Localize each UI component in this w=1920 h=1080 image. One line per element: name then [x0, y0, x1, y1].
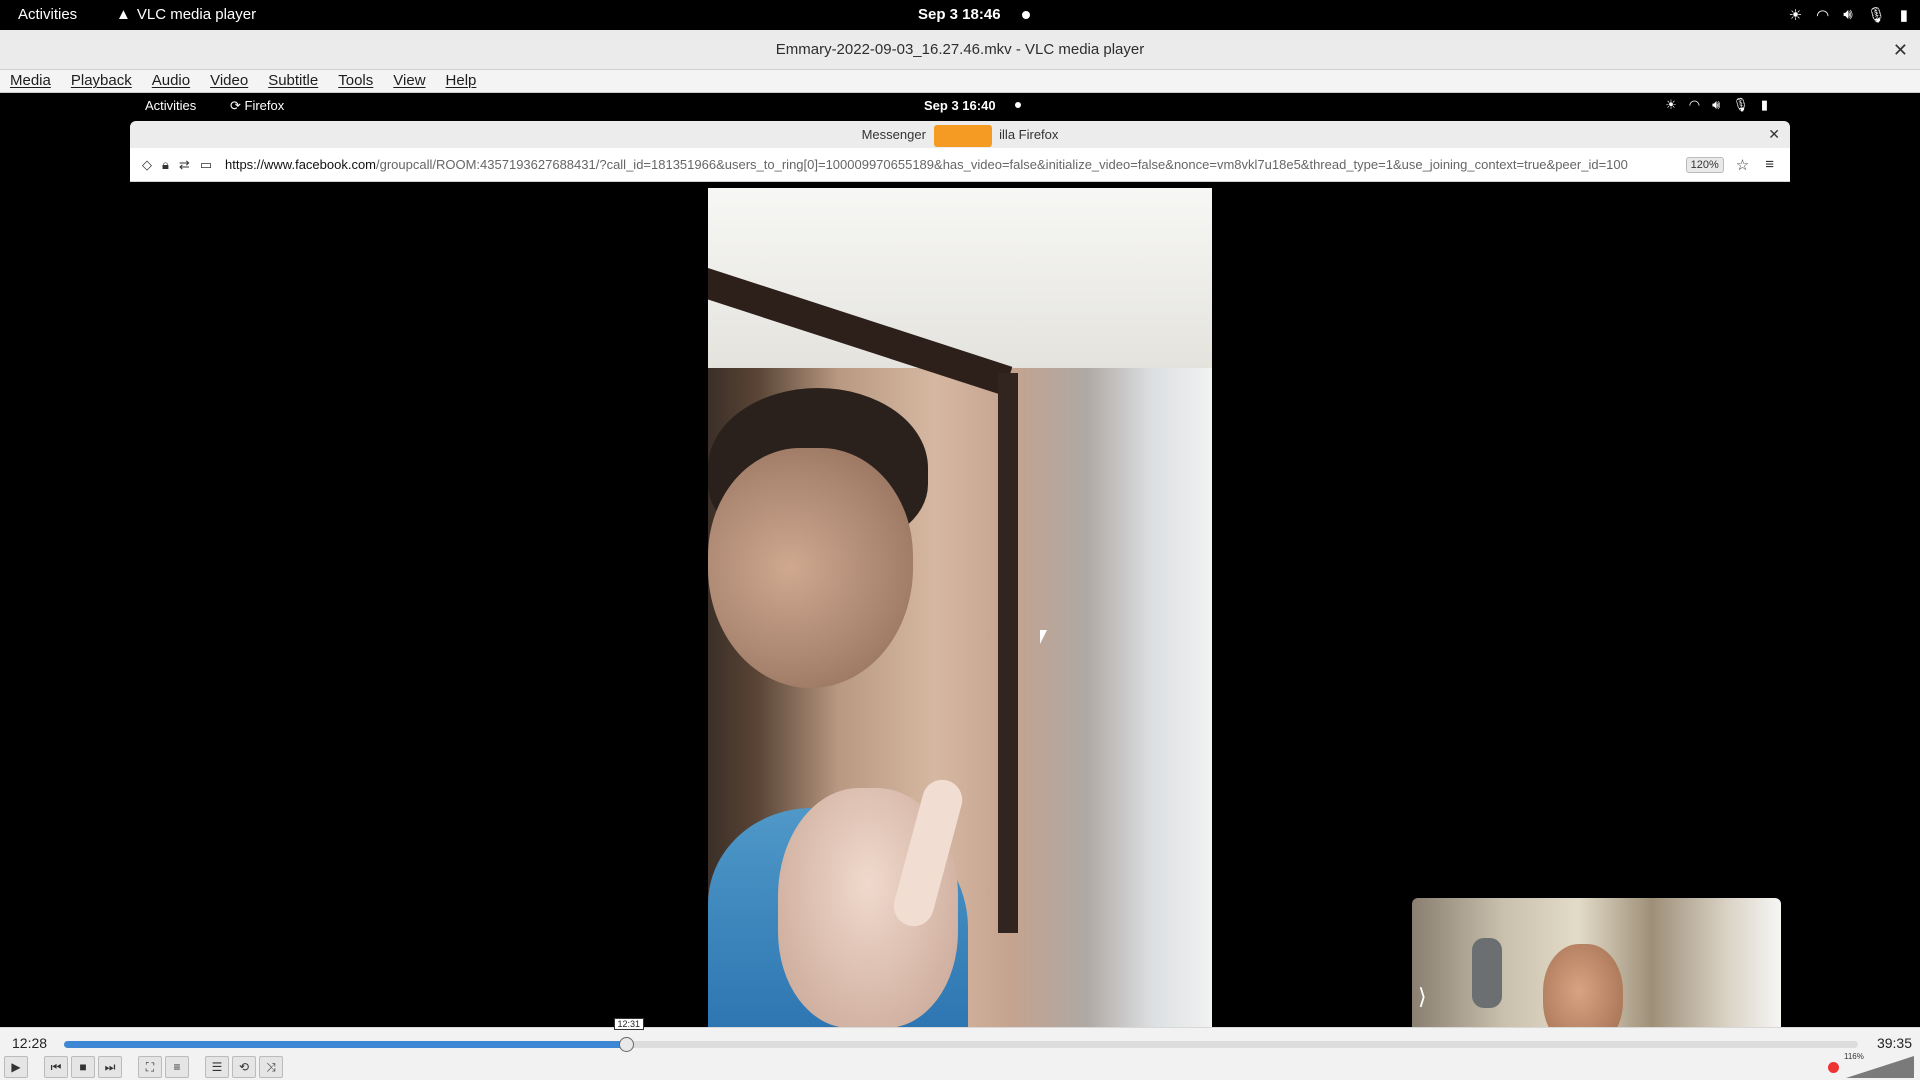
bookmark-star-icon: ☆ [1735, 156, 1750, 174]
permissions-icon: ⇄ [178, 156, 190, 172]
menu-audio[interactable]: Audio [142, 70, 200, 92]
menu-help[interactable]: Help [436, 70, 487, 92]
brightness-icon: ☀ [1665, 97, 1677, 112]
camera-icon: ▭ [199, 156, 213, 172]
firefox-title-left: Messenger [861, 127, 926, 142]
mute-icon[interactable] [1828, 1062, 1839, 1073]
firefox-title-right: illa Firefox [999, 127, 1059, 142]
stop-button[interactable]: ■ [71, 1056, 95, 1078]
previous-button[interactable]: ⏮ [44, 1056, 68, 1078]
inner-gnome-top-bar: Activities ⟳ Firefox Sep 3 16:40 ☀ ◠ 🔊︎ … [130, 93, 1790, 115]
volume-label: 116% [1844, 1052, 1864, 1061]
remote-video-feed: ⧉ 👤︎ ■ 🎙︎ ☎︎ [708, 188, 1212, 1027]
inner-notification-dot [1015, 102, 1021, 108]
seek-bar[interactable]: 12:31 [64, 1018, 1858, 1052]
gnome-top-bar: Activities ▲ VLC media player Sep 3 18:4… [0, 0, 1920, 30]
self-view-pip: ⟩ [1412, 898, 1781, 1027]
menu-tools[interactable]: Tools [328, 70, 383, 92]
app-menu[interactable]: ▲ VLC media player [116, 6, 256, 23]
seek-bar-handle[interactable] [618, 1037, 634, 1052]
wifi-icon: ◠ [1816, 7, 1830, 24]
clock[interactable]: Sep 3 18:46 [918, 6, 1001, 23]
inner-activities-label: Activities [145, 98, 197, 113]
vlc-cone-icon: ▲ [116, 6, 131, 23]
volume-control[interactable]: 116% [1828, 1052, 1914, 1078]
video-door-edge [998, 373, 1018, 933]
app-menu-label: VLC media player [136, 6, 257, 23]
wifi-icon: ◠ [1688, 97, 1701, 112]
battery-icon: ▮ [1899, 7, 1908, 24]
play-button[interactable]: ▶ [4, 1056, 28, 1078]
menu-media[interactable]: Media [0, 70, 61, 92]
inner-system-tray: ☀ ◠ 🔊︎ 🎙︎ ▮ [1665, 97, 1768, 113]
seek-bar-fill [64, 1041, 626, 1048]
menu-playback[interactable]: Playback [61, 70, 142, 92]
window-title: Emmary-2022-09-03_16.27.46.mkv - VLC med… [775, 41, 1145, 58]
mic-off-icon: 🎙︎ [1866, 7, 1886, 24]
screen-capture-indicator [933, 124, 992, 147]
elapsed-time[interactable]: 12:28 [12, 1035, 47, 1051]
menu-subtitle[interactable]: Subtitle [258, 70, 328, 92]
volume-icon: 🔊︎ [1712, 97, 1721, 112]
close-icon[interactable]: ✕ [1893, 30, 1908, 70]
shield-icon: ◇ [142, 156, 152, 172]
fullscreen-button[interactable]: ⛶ [138, 1056, 162, 1078]
hamburger-menu-icon: ≡ [1765, 156, 1774, 173]
mic-off-icon: 🎙︎ [1732, 97, 1749, 112]
extended-settings-button[interactable]: ≡ [165, 1056, 189, 1078]
chevron-right-icon: ⟩ [1418, 984, 1427, 1009]
video-surface[interactable]: Activities ⟳ Firefox Sep 3 16:40 ☀ ◠ 🔊︎ … [0, 93, 1920, 1027]
seek-tooltip: 12:31 [613, 1018, 645, 1030]
zoom-badge: 120% [1685, 156, 1724, 173]
brightness-icon: ☀ [1788, 7, 1803, 24]
url-bar-icons: ◇ 🔒︎ ⇄ ▭ [130, 157, 225, 173]
url-text: https://www.facebook.com/groupcall/ROOM:… [225, 157, 1628, 172]
pip-person-head [1543, 944, 1623, 1027]
loop-button[interactable]: ⟲ [232, 1056, 256, 1078]
vlc-title-bar: Emmary-2022-09-03_16.27.46.mkv - VLC med… [0, 30, 1920, 70]
firefox-url-bar: ◇ 🔒︎ ⇄ ▭ https://www.facebook.com/groupc… [130, 148, 1790, 182]
vlc-menu-bar: Media Playback Audio Video Subtitle Tool… [0, 70, 1920, 93]
pip-microphone [1472, 938, 1502, 1008]
inner-clock: Sep 3 16:40 [924, 98, 996, 113]
firefox-title-bar: Messenger illa Firefox ✕ [130, 121, 1790, 148]
vlc-controls: 12:28 12:31 39:35 ▶ ⏮ ■ ⏭ ⛶ ≡ ☰ ⟲ ⤨ 116% [0, 1018, 1920, 1080]
volume-icon: 🔊︎ [1843, 6, 1853, 23]
notification-dot [1022, 11, 1030, 19]
video-person-face [708, 448, 913, 688]
total-time[interactable]: 39:35 [1877, 1035, 1912, 1051]
shuffle-button[interactable]: ⤨ [259, 1056, 283, 1078]
activities-button[interactable]: Activities [18, 6, 77, 23]
inner-app-label: ⟳ Firefox [230, 98, 285, 113]
video-wall [708, 188, 1212, 368]
next-button[interactable]: ⏭ [98, 1056, 122, 1078]
menu-video[interactable]: Video [200, 70, 258, 92]
playlist-button[interactable]: ☰ [205, 1056, 229, 1078]
close-icon: ✕ [1768, 126, 1780, 142]
system-tray[interactable]: ☀ ◠ 🔊︎ 🎙︎ ▮ [1789, 6, 1908, 24]
battery-icon: ▮ [1760, 97, 1768, 112]
lock-icon: 🔒︎ [162, 156, 169, 172]
playback-buttons: ▶ ⏮ ■ ⏭ ⛶ ≡ ☰ ⟲ ⤨ [4, 1056, 283, 1078]
menu-view[interactable]: View [383, 70, 435, 92]
mouse-cursor-icon [1040, 630, 1047, 644]
